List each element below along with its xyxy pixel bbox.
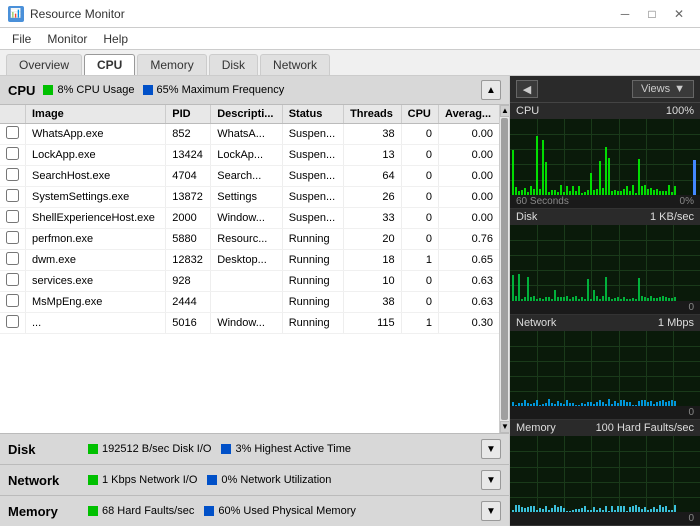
disk-stat1: 192512 B/sec Disk I/O bbox=[102, 443, 211, 455]
graph-cpu: CPU 100% 60 Seconds 0% bbox=[510, 103, 700, 209]
table-row[interactable]: services.exe 928 Running 10 0 0.63 bbox=[0, 271, 499, 292]
table-row[interactable]: ... 5016 Window... Running 115 1 0.30 bbox=[0, 313, 499, 334]
menu-help[interactable]: Help bbox=[95, 30, 136, 48]
app-icon: 📊 bbox=[8, 6, 24, 22]
disk-section-header[interactable]: Disk 192512 B/sec Disk I/O 3% Highest Ac… bbox=[0, 433, 509, 464]
nav-prev-btn[interactable]: ◀ bbox=[516, 80, 538, 98]
title-bar: 📊 Resource Monitor ─ □ ✕ bbox=[0, 0, 700, 28]
disk-blue-dot bbox=[221, 444, 231, 454]
minimize-button[interactable]: ─ bbox=[612, 4, 638, 24]
cpu-title: CPU bbox=[8, 83, 35, 98]
table-row[interactable]: LockApp.exe 13424 LockAp... Suspen... 13… bbox=[0, 145, 499, 166]
menu-monitor[interactable]: Monitor bbox=[39, 30, 95, 48]
table-row[interactable]: perfmon.exe 5880 Resourc... Running 20 0… bbox=[0, 229, 499, 250]
tab-memory[interactable]: Memory bbox=[137, 54, 206, 75]
disk-green-dot bbox=[88, 444, 98, 454]
disk-collapse-btn[interactable]: ▼ bbox=[481, 439, 501, 459]
memory-collapse-btn[interactable]: ▼ bbox=[481, 501, 501, 521]
col-desc[interactable]: Descripti... bbox=[211, 105, 282, 124]
col-checkbox bbox=[0, 105, 26, 124]
table-row[interactable]: WhatsApp.exe 852 WhatsA... Suspen... 38 … bbox=[0, 124, 499, 145]
cpu-section-header[interactable]: CPU 8% CPU Usage 65% Maximum Frequency ▲ bbox=[0, 76, 509, 105]
views-btn[interactable]: Views ▼ bbox=[632, 80, 694, 98]
menu-bar: File Monitor Help bbox=[0, 28, 700, 50]
table-row[interactable]: MsMpEng.exe 2444 Running 38 0 0.63 bbox=[0, 292, 499, 313]
memory-stat1: 68 Hard Faults/sec bbox=[102, 505, 194, 517]
tab-cpu[interactable]: CPU bbox=[84, 54, 135, 75]
graph-disk: Disk 1 KB/sec 0 bbox=[510, 209, 700, 315]
cpu-usage-label: 8% CPU Usage bbox=[57, 84, 134, 96]
table-row[interactable]: SystemSettings.exe 13872 Settings Suspen… bbox=[0, 187, 499, 208]
network-stat1: 1 Kbps Network I/O bbox=[102, 474, 197, 486]
tab-network[interactable]: Network bbox=[260, 54, 330, 75]
col-avg[interactable]: Averag... bbox=[439, 105, 499, 124]
network-blue-dot bbox=[207, 475, 217, 485]
views-dropdown-icon: ▼ bbox=[674, 83, 685, 95]
table-row[interactable]: ShellExperienceHost.exe 2000 Window... S… bbox=[0, 208, 499, 229]
close-button[interactable]: ✕ bbox=[666, 4, 692, 24]
col-pid[interactable]: PID bbox=[166, 105, 211, 124]
tab-overview[interactable]: Overview bbox=[6, 54, 82, 75]
disk-stat2: 3% Highest Active Time bbox=[235, 443, 351, 455]
maximize-button[interactable]: □ bbox=[639, 4, 665, 24]
memory-section-header[interactable]: Memory 68 Hard Faults/sec 60% Used Physi… bbox=[0, 495, 509, 526]
col-threads[interactable]: Threads bbox=[344, 105, 402, 124]
col-image[interactable]: Image bbox=[26, 105, 166, 124]
table-row[interactable]: dwm.exe 12832 Desktop... Running 18 1 0.… bbox=[0, 250, 499, 271]
memory-stat2: 60% Used Physical Memory bbox=[218, 505, 356, 517]
app-title: Resource Monitor bbox=[30, 7, 125, 21]
network-title: Network bbox=[8, 473, 78, 488]
cpu-green-dot bbox=[43, 85, 53, 95]
tab-bar: Overview CPU Memory Disk Network bbox=[0, 50, 700, 76]
graph-memory: Memory 100 Hard Faults/sec 0 bbox=[510, 420, 700, 526]
menu-file[interactable]: File bbox=[4, 30, 39, 48]
graph-network: Network 1 Mbps 0 bbox=[510, 315, 700, 421]
network-green-dot bbox=[88, 475, 98, 485]
cpu-blue-dot bbox=[143, 85, 153, 95]
views-label: Views bbox=[641, 83, 670, 95]
table-row[interactable]: SearchHost.exe 4704 Search... Suspen... … bbox=[0, 166, 499, 187]
memory-green-dot bbox=[88, 506, 98, 516]
disk-title: Disk bbox=[8, 442, 78, 457]
col-cpu[interactable]: CPU bbox=[401, 105, 438, 124]
cpu-maxfreq-label: 65% Maximum Frequency bbox=[157, 84, 285, 96]
network-stat2: 0% Network Utilization bbox=[221, 474, 331, 486]
right-panel-header: ◀ Views ▼ bbox=[510, 76, 700, 103]
memory-blue-dot bbox=[204, 506, 214, 516]
network-section-header[interactable]: Network 1 Kbps Network I/O 0% Network Ut… bbox=[0, 464, 509, 495]
cpu-collapse-btn[interactable]: ▲ bbox=[481, 80, 501, 100]
right-panel: ◀ Views ▼ CPU 100% 60 Seconds 0% Disk 1 … bbox=[510, 76, 700, 526]
network-collapse-btn[interactable]: ▼ bbox=[481, 470, 501, 490]
memory-title: Memory bbox=[8, 504, 78, 519]
col-status[interactable]: Status bbox=[282, 105, 343, 124]
tab-disk[interactable]: Disk bbox=[209, 54, 258, 75]
